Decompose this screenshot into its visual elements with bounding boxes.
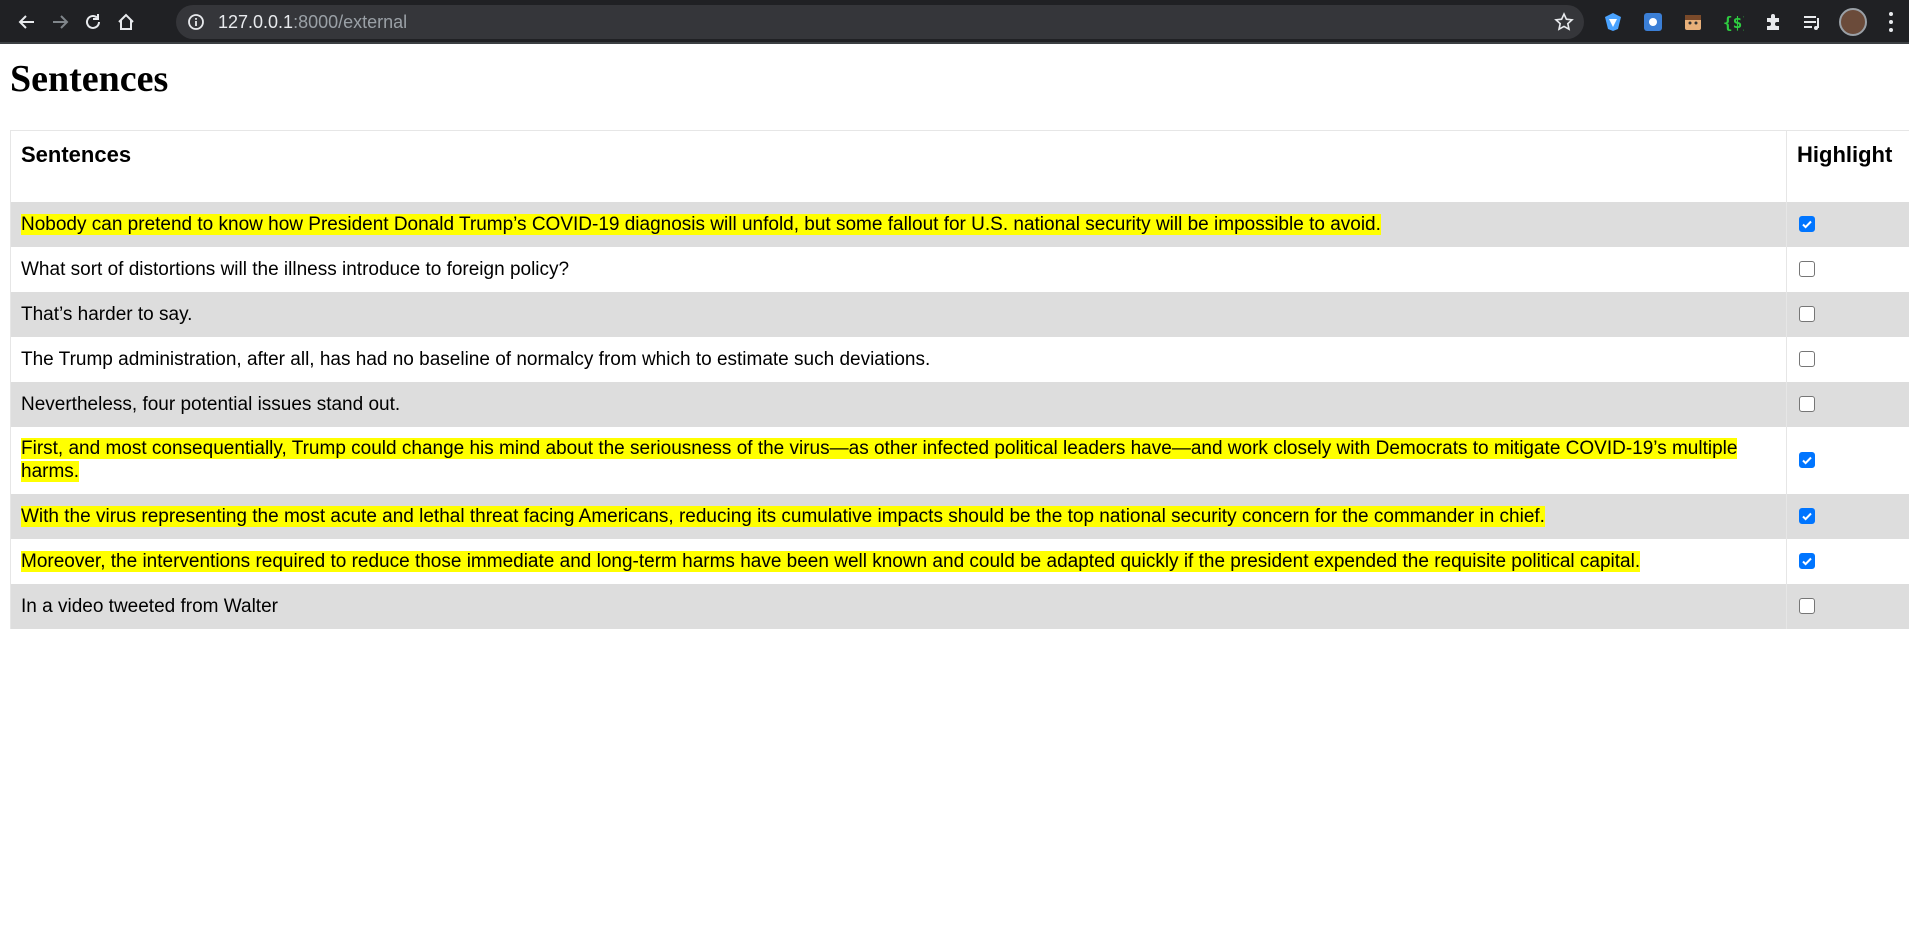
home-button[interactable] [110, 6, 142, 38]
reading-list-icon[interactable] [1799, 9, 1825, 35]
table-row: What sort of distortions will the illnes… [10, 246, 1909, 292]
highlight-cell [1786, 291, 1909, 337]
highlight-cell [1786, 246, 1909, 292]
highlight-cell [1786, 426, 1909, 494]
sentence-text: The Trump administration, after all, has… [21, 348, 931, 370]
reload-button[interactable] [77, 6, 109, 38]
browser-toolbar: 127.0.0.1:8000/external {$} [0, 0, 1909, 44]
extension-face-icon[interactable] [1680, 9, 1706, 35]
extension-shield-icon[interactable] [1600, 9, 1626, 35]
sentence-text: What sort of distortions will the illnes… [21, 258, 570, 280]
highlight-checkbox[interactable] [1799, 396, 1815, 412]
sentence-text: Nevertheless, four potential issues stan… [21, 393, 401, 415]
highlight-checkbox[interactable] [1799, 306, 1815, 322]
sentences-table: Sentences Highlight Nobody can pretend t… [10, 130, 1909, 629]
column-header-sentences: Sentences [10, 130, 1787, 202]
checkmark-icon [1802, 220, 1812, 229]
extension-json-icon[interactable]: {$} [1720, 9, 1746, 35]
highlight-checkbox[interactable] [1799, 216, 1815, 232]
sentence-text: In a video tweeted from Walter [21, 595, 278, 617]
checkmark-icon [1802, 557, 1812, 566]
site-info-icon[interactable] [186, 12, 206, 32]
browser-menu-icon[interactable] [1883, 8, 1899, 36]
table-row: Moreover, the interventions required to … [10, 538, 1909, 584]
column-header-highlight: Highlight [1786, 130, 1909, 202]
highlight-cell [1786, 381, 1909, 427]
sentence-cell: With the virus representing the most acu… [10, 493, 1787, 539]
table-row: Nevertheless, four potential issues stan… [10, 381, 1909, 427]
profile-avatar[interactable] [1839, 8, 1867, 36]
sentence-text: That’s harder to say. [21, 303, 193, 325]
sentence-text: Nobody can pretend to know how President… [21, 213, 1381, 235]
extensions-puzzle-icon[interactable] [1760, 9, 1786, 35]
arrow-left-icon [18, 15, 34, 29]
highlight-checkbox[interactable] [1799, 452, 1815, 468]
home-icon [118, 13, 134, 30]
highlight-checkbox[interactable] [1799, 351, 1815, 367]
highlight-cell [1786, 201, 1909, 247]
table-row: That’s harder to say. [10, 291, 1909, 337]
url-host: 127.0.0.1 [218, 12, 294, 32]
sentence-cell: Nobody can pretend to know how President… [10, 201, 1787, 247]
sentence-cell: In a video tweeted from Walter [10, 583, 1787, 629]
sentence-text: With the virus representing the most acu… [21, 505, 1545, 527]
highlight-cell [1786, 336, 1909, 382]
sentence-cell: The Trump administration, after all, has… [10, 336, 1787, 382]
highlight-checkbox[interactable] [1799, 553, 1815, 569]
url-text[interactable]: 127.0.0.1:8000/external [218, 5, 407, 39]
sentence-cell: What sort of distortions will the illnes… [10, 246, 1787, 292]
url-path: :8000/external [293, 12, 408, 32]
back-button[interactable] [11, 6, 43, 38]
extension-puzzle-blue-icon[interactable] [1640, 9, 1666, 35]
sentence-text: First, and most consequentially, Trump c… [21, 438, 1738, 482]
page-content: Sentences Sentences Highlight Nobody can… [0, 44, 1909, 929]
table-row: With the virus representing the most acu… [10, 493, 1909, 539]
highlight-cell [1786, 538, 1909, 584]
sentence-text: Moreover, the interventions required to … [21, 550, 1641, 572]
arrow-right-icon [53, 15, 69, 29]
svg-text:{$}: {$} [1723, 13, 1744, 32]
address-bar[interactable]: 127.0.0.1:8000/external [176, 5, 1584, 39]
sentence-cell: First, and most consequentially, Trump c… [10, 426, 1787, 494]
table-row: In a video tweeted from Walter [10, 583, 1909, 629]
sentence-cell: That’s harder to say. [10, 291, 1787, 337]
highlight-checkbox[interactable] [1799, 508, 1815, 524]
checkmark-icon [1802, 512, 1812, 521]
sentence-cell: Nevertheless, four potential issues stan… [10, 381, 1787, 427]
bookmark-star-icon[interactable] [1554, 12, 1574, 32]
checkmark-icon [1802, 456, 1812, 465]
page-title: Sentences [10, 58, 169, 100]
reload-icon [86, 14, 100, 29]
table-row: Nobody can pretend to know how President… [10, 201, 1909, 247]
table-row: First, and most consequentially, Trump c… [10, 426, 1909, 494]
sentence-cell: Moreover, the interventions required to … [10, 538, 1787, 584]
highlight-cell [1786, 493, 1909, 539]
highlight-cell [1786, 583, 1909, 629]
forward-button[interactable] [44, 6, 76, 38]
table-row: The Trump administration, after all, has… [10, 336, 1909, 382]
highlight-checkbox[interactable] [1799, 598, 1815, 614]
sentences-table-body: Nobody can pretend to know how President… [10, 201, 1909, 629]
highlight-checkbox[interactable] [1799, 261, 1815, 277]
